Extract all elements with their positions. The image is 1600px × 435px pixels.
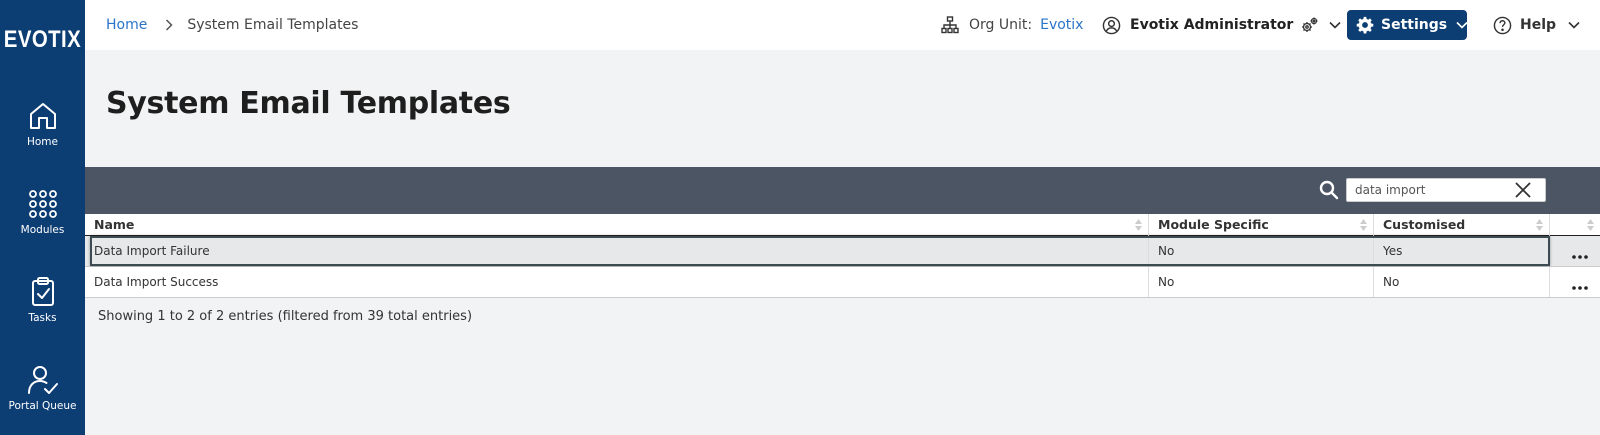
org-unit-label: Org Unit: [969,17,1033,33]
sort-icon [1360,219,1367,231]
home-icon [29,103,56,129]
column-header-actions [1550,214,1600,236]
table-row[interactable]: Data Import Failure No Yes [85,236,1600,267]
column-header-customised[interactable]: Customised [1374,214,1550,236]
sidebar-item-label: Portal Queue [8,400,77,412]
sidebar-item-label: Modules [20,224,65,236]
grid-icon [28,190,57,218]
templates-table: Name Module Specific Customised Data Imp… [85,214,1600,298]
gear-icon [1356,16,1374,34]
org-chart-icon [941,16,959,34]
sort-icon [1536,219,1543,231]
breadcrumb-current: System Email Templates [187,17,359,33]
user-check-icon [27,366,58,394]
column-header-name[interactable]: Name [85,214,1149,236]
sidebar-item-modules[interactable]: Modules [0,188,85,236]
chevron-down-icon [1456,21,1468,29]
cell-module-specific: No [1149,236,1374,266]
settings-button[interactable]: Settings [1347,10,1468,40]
chevron-down-icon [1568,21,1580,29]
sidebar-item-home[interactable]: Home [0,100,85,148]
sidebar-item-label: Home [26,136,58,148]
user-name: Evotix Administrator [1130,17,1294,33]
page-title: System Email Templates [106,86,511,121]
evotix-logo[interactable]: EVOTIX [4,0,81,80]
clipboard-check-icon [31,277,54,306]
column-header-label: Name [94,217,135,232]
column-header-module-specific[interactable]: Module Specific [1149,214,1374,236]
cell-customised: No [1374,267,1550,297]
ellipsis-icon [1571,286,1588,290]
cell-module-specific: No [1149,267,1374,297]
help-label: Help [1520,17,1557,33]
search-icon [1319,180,1339,200]
org-unit-value[interactable]: Evotix [1040,17,1083,33]
chevron-down-icon [1329,21,1341,29]
column-header-label: Module Specific [1158,217,1269,232]
sidebar-item-tasks[interactable]: Tasks [0,276,85,324]
top-header: Home System Email Templates Org Unit: Ev… [85,0,1600,50]
org-unit-selector[interactable]: Org Unit: Evotix [941,0,1083,50]
settings-label: Settings [1381,17,1448,33]
table-header: Name Module Specific Customised [85,214,1600,236]
sidebar: EVOTIX Home Modules Tasks Portal Queue [0,0,85,435]
sort-icon [1135,219,1142,231]
gears-icon [1301,16,1319,34]
question-circle-icon [1493,16,1512,35]
user-circle-icon [1102,16,1121,35]
chevron-right-icon [165,19,173,31]
table-row[interactable]: Data Import Success No No [85,267,1600,298]
cell-name: Data Import Failure [85,236,1149,266]
breadcrumb: Home System Email Templates [106,0,358,50]
row-actions-button[interactable] [1550,267,1600,297]
user-menu[interactable]: Evotix Administrator [1102,0,1341,50]
help-menu[interactable]: Help [1493,0,1580,50]
cell-name: Data Import Success [85,267,1149,297]
sort-icon [1587,219,1594,231]
cell-customised: Yes [1374,236,1550,266]
breadcrumb-home-link[interactable]: Home [106,17,147,33]
table-toolbar [85,167,1600,214]
table-info: Showing 1 to 2 of 2 entries (filtered fr… [98,309,473,324]
ellipsis-icon [1571,255,1588,259]
sidebar-item-portal-queue[interactable]: Portal Queue [0,364,85,412]
sidebar-item-label: Tasks [28,312,57,324]
close-icon[interactable] [1515,182,1531,198]
column-header-label: Customised [1383,217,1466,232]
row-actions-button[interactable] [1550,236,1600,266]
